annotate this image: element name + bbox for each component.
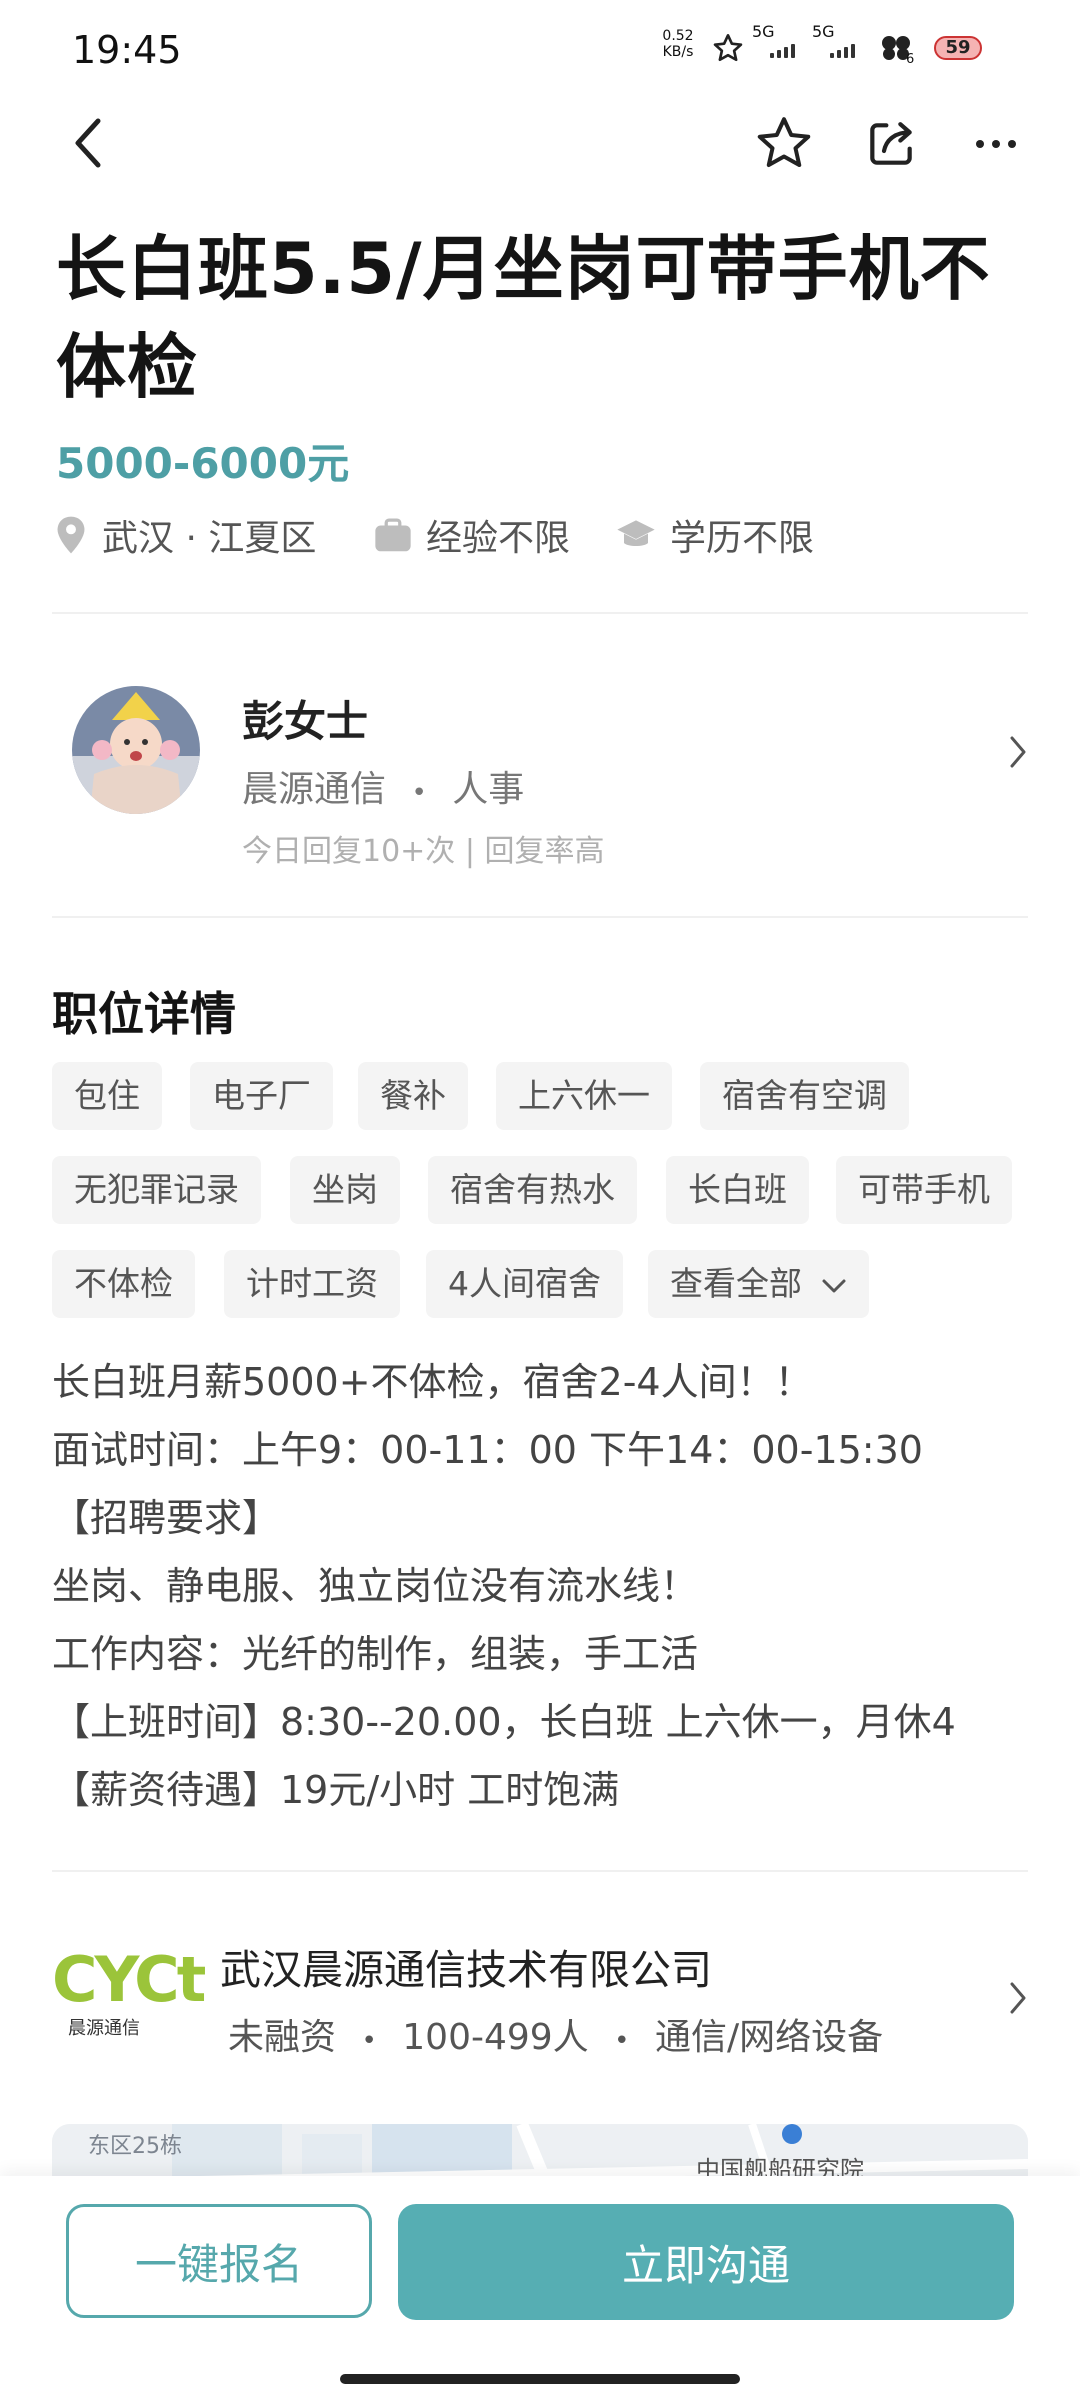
- location-text: 武汉 · 江夏区: [102, 518, 317, 559]
- job-education: 学历不限: [616, 510, 814, 560]
- wifi-count: 6: [906, 52, 915, 67]
- favorite-star-icon: [757, 116, 811, 167]
- avatar: [72, 686, 200, 814]
- section-title: 职位详情: [52, 987, 236, 1041]
- job-experience: 经验不限: [374, 510, 570, 560]
- status-time: 19:45: [72, 28, 182, 72]
- recruiter-name: 彭女士: [242, 697, 369, 746]
- job-salary: 5000-6000元: [56, 439, 350, 488]
- status-bar: 19:45 0.52 KB/s 5G 5G 6 59: [0, 0, 1080, 100]
- tag: 电子厂: [190, 1062, 333, 1130]
- chat-now-button[interactable]: 立即沟通: [398, 2204, 1014, 2320]
- signal-icon: 5G: [812, 24, 855, 58]
- star-icon: [713, 34, 743, 62]
- company-size: 100-499人: [402, 2017, 589, 2058]
- description-line: 长白班月薪5000+不体检，宿舍2-4人间！！: [52, 1360, 813, 1404]
- recruiter-role: 人事: [452, 769, 525, 810]
- company-industry: 通信/网络设备: [654, 2017, 884, 2058]
- sim1-label: 5G: [752, 22, 775, 41]
- tag: 4人间宿舍: [426, 1250, 623, 1318]
- view-all-label: 查看全部: [670, 1264, 802, 1303]
- experience-text: 经验不限: [426, 518, 571, 559]
- tag: 可带手机: [836, 1156, 1012, 1224]
- tag: 无犯罪记录: [52, 1156, 261, 1224]
- tag: 宿舍有热水: [428, 1156, 637, 1224]
- company-logo: CYCt 晨源通信: [52, 1943, 206, 2042]
- company-info: 未融资 • 100-499人 • 通信/网络设备: [228, 2008, 883, 2060]
- divider: [52, 612, 1028, 614]
- description-line: 【招聘要求】: [52, 1496, 281, 1540]
- description-line: 【薪资待遇】19元/小时 工时饱满: [52, 1768, 620, 1812]
- description-line: 工作内容：光纤的制作，组装，手工活: [52, 1632, 699, 1676]
- divider: [52, 1870, 1028, 1872]
- sim2-label: 5G: [812, 22, 835, 41]
- reply-stats: 今日回复10+次 | 回复率高: [242, 834, 605, 869]
- tag: 计时工资: [224, 1250, 400, 1318]
- job-location: 武汉 · 江夏区: [54, 510, 316, 560]
- share-button[interactable]: [860, 114, 922, 176]
- tag: 宿舍有空调: [700, 1062, 909, 1130]
- company-logo-text: CYCt: [52, 1943, 206, 2016]
- quick-apply-button[interactable]: 一键报名: [66, 2204, 372, 2318]
- divider: [52, 916, 1028, 918]
- description-line: 面试时间：上午9：00-11：00 下午14：00-15:30: [52, 1428, 923, 1472]
- net-speed-unit: KB/s: [662, 44, 694, 60]
- chevron-right-icon: [1010, 1982, 1026, 2014]
- tag: 包住: [52, 1062, 162, 1130]
- net-speed-value: 0.52: [662, 28, 694, 44]
- share-icon: [870, 121, 912, 165]
- recruiter-company: 晨源通信: [242, 769, 387, 810]
- home-indicator[interactable]: [340, 2374, 740, 2384]
- tag: 不体检: [52, 1250, 195, 1318]
- education-text: 学历不限: [670, 518, 815, 559]
- company-logo-sub: 晨源通信: [68, 2018, 140, 2039]
- more-icon: [976, 139, 1016, 148]
- job-title: 长白班5.5/月坐岗可带手机不体检: [56, 228, 991, 408]
- tag: 坐岗: [290, 1156, 400, 1224]
- more-button[interactable]: [964, 120, 1028, 170]
- separator-dot: •: [614, 2026, 630, 2056]
- back-button[interactable]: [60, 112, 116, 176]
- description-line: 坐岗、静电服、独立岗位没有流水线！: [52, 1564, 699, 1608]
- chevron-right-icon: [1010, 736, 1026, 768]
- briefcase-icon: [375, 518, 411, 552]
- recruiter-info: 晨源通信 • 人事: [242, 760, 524, 812]
- description-line: 【上班时间】8:30--20.00，长白班 上六休一，月休4: [52, 1700, 956, 1744]
- tag: 长白班: [666, 1156, 809, 1224]
- location-pin-icon: [57, 516, 85, 554]
- chevron-down-icon: [822, 1279, 845, 1292]
- separator-dot: •: [361, 2026, 377, 2056]
- tag: 餐补: [358, 1062, 468, 1130]
- map-label: 东区25栋: [88, 2134, 182, 2159]
- graduation-cap-icon: [617, 520, 655, 546]
- favorite-button[interactable]: [752, 112, 816, 176]
- separator-dot: •: [411, 778, 427, 808]
- battery-icon: 59: [934, 36, 982, 60]
- company-funding: 未融资: [228, 2017, 337, 2058]
- company-name: 武汉晨源通信技术有限公司: [220, 1946, 712, 1994]
- net-speed: 0.52 KB/s: [652, 28, 704, 60]
- signal-icon: 5G: [752, 24, 795, 58]
- tag: 上六休一: [496, 1062, 672, 1130]
- back-icon: [75, 118, 101, 167]
- view-all-tags-button[interactable]: 查看全部: [648, 1250, 869, 1318]
